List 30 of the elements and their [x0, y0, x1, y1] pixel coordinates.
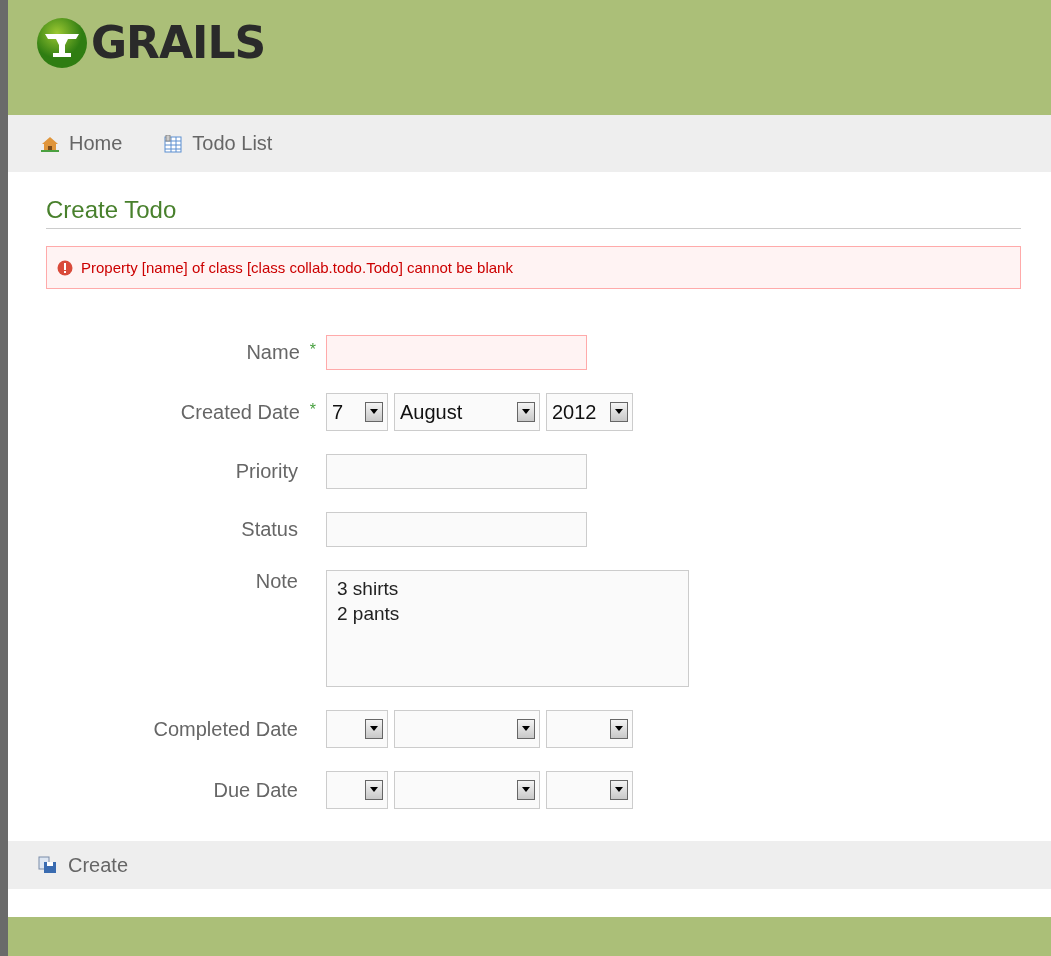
page-title: Create Todo [46, 196, 1021, 229]
save-icon [38, 856, 58, 874]
text-field[interactable] [326, 335, 587, 370]
dropdown[interactable] [326, 771, 388, 809]
grails-logo: GRAILS [36, 16, 266, 69]
text-field[interactable] [326, 512, 587, 547]
field-label: Created Date [180, 400, 300, 424]
dropdown[interactable]: August [394, 393, 540, 431]
field-label: Note [255, 570, 298, 593]
error-message: Property [name] of class [class collab.todo.Todo] cannot be blank [46, 246, 1021, 289]
nav-link[interactable]: Todo List [164, 132, 273, 155]
error-icon [57, 259, 73, 276]
field-label: Due Date [213, 778, 298, 802]
dropdown[interactable] [326, 710, 388, 748]
dropdown[interactable] [546, 771, 633, 809]
required-marker: * [309, 341, 316, 360]
note-field[interactable]: 3 shirts 2 pants [326, 570, 689, 687]
table-icon [164, 134, 183, 153]
field-label: Status [241, 518, 298, 541]
dropdown[interactable]: 7 [326, 393, 388, 431]
text-field[interactable] [326, 454, 587, 489]
dropdown[interactable]: 2012 [546, 393, 633, 431]
field-label: Name [246, 341, 300, 364]
field-label: Completed Date [153, 717, 298, 741]
required-marker: * [309, 400, 316, 420]
field-label: Priority [235, 460, 298, 483]
dropdown[interactable] [546, 710, 633, 748]
home-icon [41, 135, 59, 152]
create-button[interactable]: Create [38, 853, 129, 877]
nav-link[interactable]: Home [41, 132, 123, 155]
